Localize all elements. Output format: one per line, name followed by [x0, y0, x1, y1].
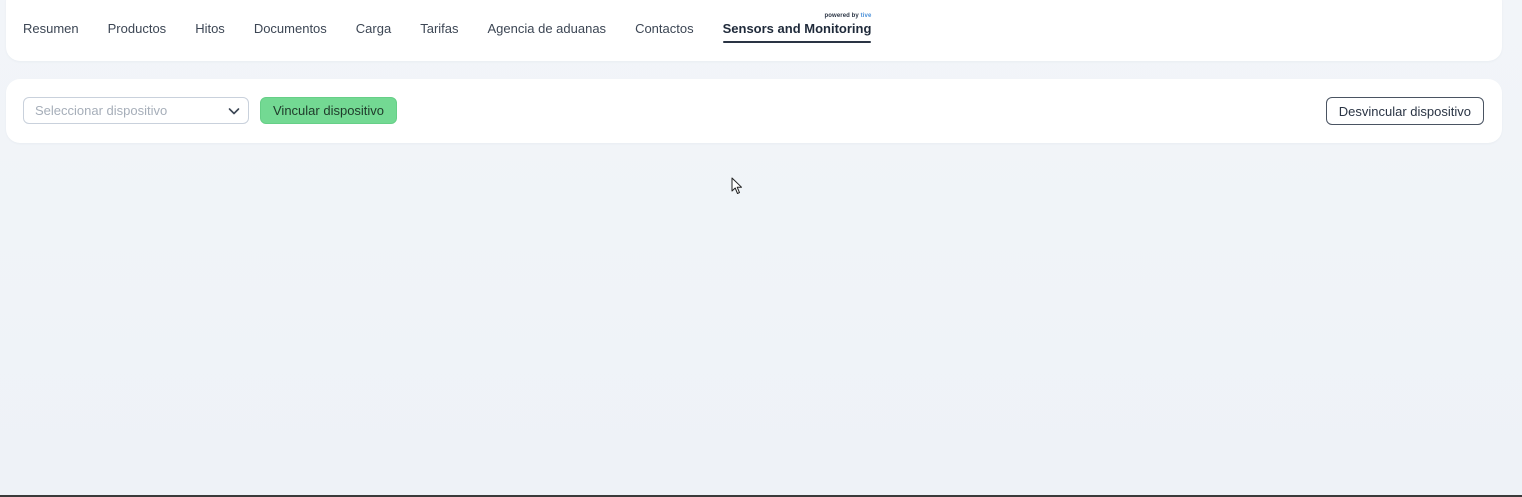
powered-by-prefix: powered by: [824, 13, 859, 19]
tab-bar-card: Resumen Productos Hitos Documentos Carga…: [6, 0, 1502, 61]
tab-label: Agencia de aduanas: [487, 21, 607, 36]
tab-productos[interactable]: Productos: [108, 0, 167, 36]
tab-label: Resumen: [23, 21, 79, 36]
mouse-pointer-icon: [731, 177, 742, 194]
tab-tarifas[interactable]: Tarifas: [420, 0, 458, 36]
powered-by-badge: powered by tive: [825, 13, 872, 19]
device-select-placeholder: Seleccionar dispositivo: [35, 103, 168, 118]
tab-label: Carga: [355, 21, 392, 36]
tab-documentos[interactable]: Documentos: [254, 0, 327, 36]
tab-label: Tarifas: [420, 21, 459, 36]
device-select[interactable]: Seleccionar dispositivo: [23, 97, 249, 124]
tab-contactos[interactable]: Contactos: [635, 0, 694, 36]
tab-sensors-and-monitoring[interactable]: powered by tive Sensors and Monitoring: [722, 0, 872, 43]
chevron-down-icon: [228, 108, 240, 115]
tab-carga[interactable]: Carga: [356, 0, 391, 36]
tab-agencia-de-aduanas[interactable]: Agencia de aduanas: [488, 0, 607, 36]
tab-resumen[interactable]: Resumen: [23, 0, 79, 36]
brand-logo-text: tive: [860, 13, 872, 19]
tab-label: Productos: [107, 21, 167, 36]
active-tab-underline: [722, 41, 872, 43]
tab-label: Sensors and Monitoring: [722, 21, 872, 36]
unlink-device-button[interactable]: Desvincular dispositivo: [1325, 97, 1484, 125]
tab-hitos[interactable]: Hitos: [195, 0, 225, 36]
device-toolbar-card: Seleccionar dispositivo Vincular disposi…: [6, 79, 1502, 143]
tab-label: Contactos: [635, 21, 694, 36]
page: Resumen Productos Hitos Documentos Carga…: [0, 0, 1522, 497]
tab-bar: Resumen Productos Hitos Documentos Carga…: [23, 0, 900, 61]
link-device-button[interactable]: Vincular dispositivo: [260, 97, 398, 124]
tab-label: Documentos: [253, 21, 327, 36]
tab-label: Hitos: [195, 21, 225, 36]
